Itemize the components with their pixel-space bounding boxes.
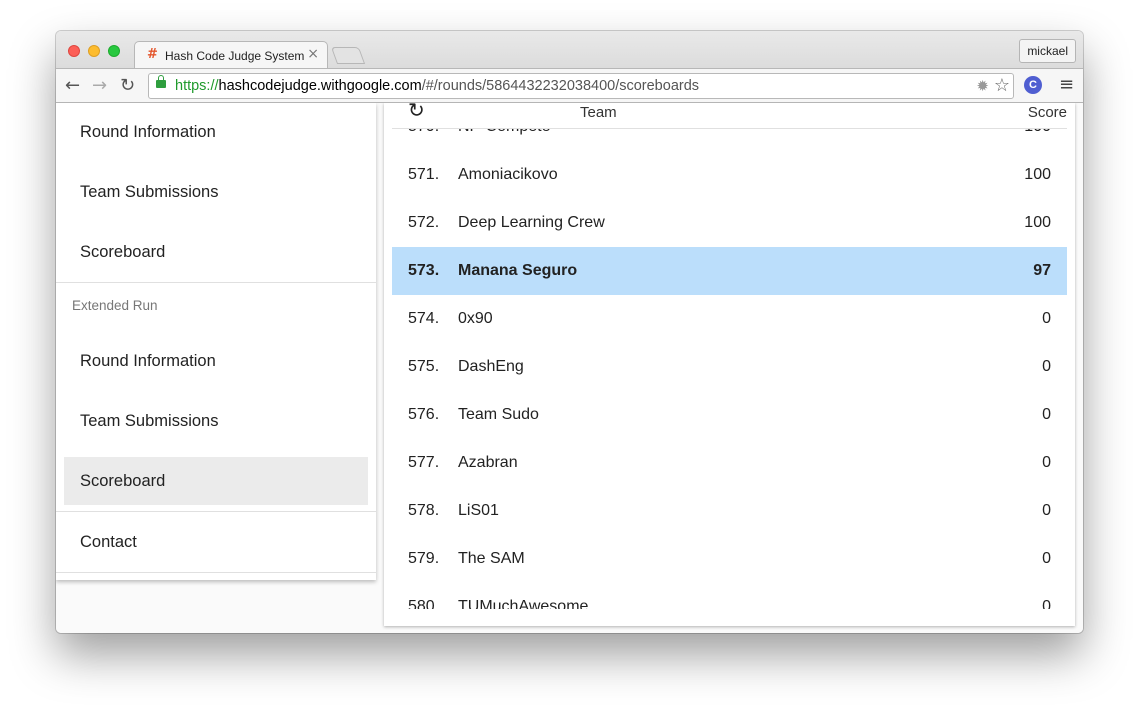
row-score: 0 bbox=[1042, 550, 1051, 567]
table-header: ↻ Team Score bbox=[392, 103, 1067, 129]
row-rank: 579. bbox=[408, 550, 440, 567]
title-bar: # Hash Code Judge System × mickael bbox=[56, 31, 1083, 68]
row-team: LiS01 bbox=[458, 502, 499, 519]
maximize-window-button[interactable] bbox=[108, 45, 120, 57]
row-rank: 571. bbox=[408, 166, 440, 183]
row-rank: 580. bbox=[408, 598, 440, 609]
row-team: 0x90 bbox=[458, 310, 493, 327]
row-team: TUMuchAwesome bbox=[458, 598, 589, 609]
table-row: 573. Manana Seguro 97 bbox=[392, 247, 1067, 295]
close-window-button[interactable] bbox=[68, 45, 80, 57]
row-rank: 575. bbox=[408, 358, 440, 375]
sidebar-item-extended-scoreboard[interactable]: Scoreboard bbox=[64, 457, 368, 505]
table-row: 575. DashEng 0 bbox=[392, 343, 1067, 391]
sidebar-item-extended-team-submissions[interactable]: Team Submissions bbox=[64, 397, 368, 445]
back-arrow-icon[interactable]: ← bbox=[65, 75, 80, 96]
table-row: 577. Azabran 0 bbox=[392, 439, 1067, 487]
menu-icon[interactable]: ≡ bbox=[1059, 74, 1074, 95]
row-team: Manana Seguro bbox=[458, 262, 578, 279]
address-bar[interactable]: https://hashcodejudge.withgoogle.com/#/r… bbox=[148, 73, 1014, 99]
row-score: 0 bbox=[1042, 358, 1051, 375]
browser-window: # Hash Code Judge System × mickael ← → ↻… bbox=[56, 31, 1083, 633]
close-tab-icon[interactable]: × bbox=[307, 46, 319, 62]
scoreboard-table[interactable]: ↻ Team Score 570.NP-Compete100571.Amonia… bbox=[392, 103, 1067, 609]
row-score: 0 bbox=[1042, 310, 1051, 327]
row-team: Azabran bbox=[458, 454, 518, 471]
divider bbox=[56, 572, 376, 573]
row-rank: 573. bbox=[408, 262, 440, 279]
row-score: 0 bbox=[1042, 598, 1051, 609]
row-rank: 576. bbox=[408, 406, 440, 423]
table-row: 572. Deep Learning Crew 100 bbox=[392, 199, 1067, 247]
bookmark-star-icon[interactable]: ☆ bbox=[994, 75, 1010, 96]
row-team: Deep Learning Crew bbox=[458, 214, 605, 231]
row-score: 100 bbox=[1024, 166, 1051, 183]
column-header-score: Score bbox=[1027, 104, 1067, 121]
refresh-icon[interactable]: ↻ bbox=[408, 103, 425, 122]
hash-favicon-icon: # bbox=[147, 47, 158, 62]
table-row: 578. LiS01 0 bbox=[392, 487, 1067, 535]
divider bbox=[56, 511, 376, 512]
row-team: DashEng bbox=[458, 358, 524, 375]
table-row: 576. Team Sudo 0 bbox=[392, 391, 1067, 439]
tab-title: Hash Code Judge System bbox=[165, 49, 305, 63]
row-score: 0 bbox=[1042, 454, 1051, 471]
reload-icon[interactable]: ↻ bbox=[120, 75, 135, 96]
row-team: Amoniacikovo bbox=[458, 166, 558, 183]
row-rank: 572. bbox=[408, 214, 440, 231]
row-score: 97 bbox=[1033, 262, 1051, 279]
row-team: Team Sudo bbox=[458, 406, 539, 423]
divider bbox=[56, 282, 376, 283]
row-rank: 574. bbox=[408, 310, 440, 327]
browser-tab[interactable]: # Hash Code Judge System × bbox=[134, 41, 328, 68]
row-score: 100 bbox=[1024, 214, 1051, 231]
new-tab-button[interactable] bbox=[330, 47, 366, 64]
sidebar-item-extended-round-information[interactable]: Round Information bbox=[64, 337, 368, 385]
extension-gear-icon[interactable]: ✹ bbox=[976, 77, 989, 95]
page-content: Round Information Team Submissions Score… bbox=[56, 103, 1083, 633]
extension-icon[interactable]: C bbox=[1024, 76, 1042, 94]
row-rank: 578. bbox=[408, 502, 440, 519]
sidebar-item-team-submissions[interactable]: Team Submissions bbox=[64, 168, 368, 216]
sidebar-item-contact[interactable]: Contact bbox=[64, 518, 368, 566]
table-row: 574. 0x90 0 bbox=[392, 295, 1067, 343]
table-row: 571. Amoniacikovo 100 bbox=[392, 151, 1067, 199]
row-score: 0 bbox=[1042, 502, 1051, 519]
scoreboard-card: ↻ Team Score 570.NP-Compete100571.Amonia… bbox=[384, 103, 1075, 626]
url-text[interactable]: https://hashcodejudge.withgoogle.com/#/r… bbox=[175, 78, 699, 94]
table-row: 579. The SAM 0 bbox=[392, 535, 1067, 583]
lock-icon[interactable] bbox=[156, 75, 166, 88]
row-score: 0 bbox=[1042, 406, 1051, 423]
forward-arrow-icon[interactable]: → bbox=[92, 75, 107, 96]
table-row: 580. TUMuchAwesome 0 bbox=[392, 583, 1067, 609]
row-rank: 577. bbox=[408, 454, 440, 471]
sidebar: Round Information Team Submissions Score… bbox=[56, 103, 376, 580]
profile-button[interactable]: mickael bbox=[1019, 39, 1076, 63]
section-label-extended-run: Extended Run bbox=[72, 298, 158, 313]
column-header-team: Team bbox=[580, 104, 617, 121]
browser-toolbar: ← → ↻ https://hashcodejudge.withgoogle.c… bbox=[56, 68, 1083, 103]
sidebar-item-round-information[interactable]: Round Information bbox=[64, 108, 368, 156]
row-team: The SAM bbox=[458, 550, 525, 567]
sidebar-item-scoreboard[interactable]: Scoreboard bbox=[64, 228, 368, 276]
minimize-window-button[interactable] bbox=[88, 45, 100, 57]
